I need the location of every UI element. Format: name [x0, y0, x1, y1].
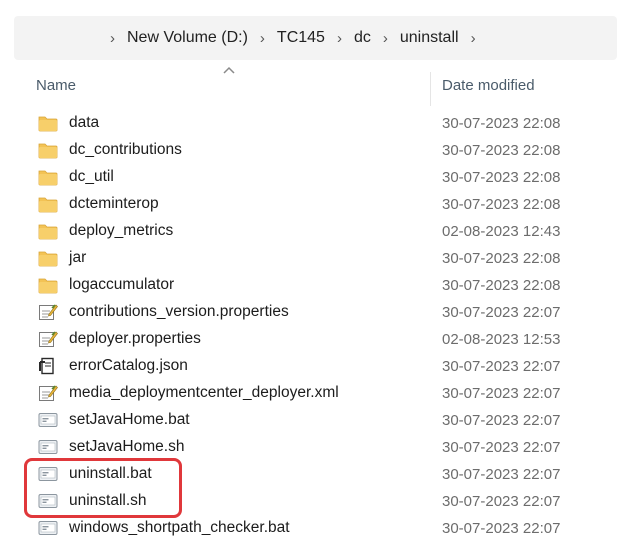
date-modified: 30-07-2023 22:07 [442, 412, 561, 429]
date-modified: 30-07-2023 22:08 [442, 277, 561, 294]
file-row[interactable]: windows_shortpath_checker.bat 30-07-2023 … [0, 515, 631, 542]
date-modified: 02-08-2023 12:53 [442, 331, 561, 348]
date-modified: 30-07-2023 22:08 [442, 196, 561, 213]
folder-icon [38, 276, 58, 294]
file-row[interactable]: setJavaHome.bat 30-07-2023 22:07 [0, 407, 631, 434]
file-name[interactable]: dcteminterop [69, 195, 159, 213]
date-modified: 02-08-2023 12:43 [442, 223, 561, 240]
column-header-name[interactable]: Name [36, 77, 76, 94]
date-modified: 30-07-2023 22:08 [442, 142, 561, 159]
file-row[interactable]: contributions_version.properties 30-07-20… [0, 299, 631, 326]
xml-file-icon [38, 384, 58, 402]
folder-icon [38, 195, 58, 213]
file-name[interactable]: data [69, 114, 99, 132]
file-row[interactable]: deployer.properties 02-08-2023 12:53 [0, 326, 631, 353]
folder-row[interactable]: data 30-07-2023 22:08 [0, 110, 631, 137]
script-file-icon [38, 411, 58, 429]
date-modified: 30-07-2023 22:07 [442, 466, 561, 483]
chevron-right-icon[interactable]: › [471, 30, 476, 47]
chevron-right-icon[interactable]: › [110, 30, 115, 47]
json-file-icon [38, 357, 58, 375]
breadcrumb-item-uninstall[interactable]: uninstall [400, 29, 459, 47]
folder-row[interactable]: dc_contributions 30-07-2023 22:08 [0, 137, 631, 164]
file-name[interactable]: deployer.properties [69, 330, 201, 348]
breadcrumb-item-dc[interactable]: dc [354, 29, 371, 47]
folder-icon [38, 141, 58, 159]
folder-icon [38, 168, 58, 186]
file-name[interactable]: errorCatalog.json [69, 357, 188, 375]
chevron-right-icon[interactable]: › [260, 30, 265, 47]
column-header-date-modified[interactable]: Date modified [442, 77, 535, 94]
breadcrumb: › New Volume (D:) › TC145 › dc › uninsta… [110, 16, 488, 60]
chevron-right-icon[interactable]: › [337, 30, 342, 47]
folder-icon [38, 249, 58, 267]
date-modified: 30-07-2023 22:07 [442, 304, 561, 321]
date-modified: 30-07-2023 22:07 [442, 493, 561, 510]
script-file-icon [38, 519, 58, 537]
file-name[interactable]: logaccumulator [69, 276, 174, 294]
date-modified: 30-07-2023 22:07 [442, 520, 561, 537]
file-row[interactable]: errorCatalog.json 30-07-2023 22:07 [0, 353, 631, 380]
folder-row[interactable]: deploy_metrics 02-08-2023 12:43 [0, 218, 631, 245]
file-row[interactable]: media_deploymentcenter_deployer.xml 30-07… [0, 380, 631, 407]
folder-row[interactable]: dcteminterop 30-07-2023 22:08 [0, 191, 631, 218]
file-row[interactable]: setJavaHome.sh 30-07-2023 22:07 [0, 434, 631, 461]
file-name[interactable]: deploy_metrics [69, 222, 173, 240]
properties-file-icon [38, 303, 58, 321]
column-divider[interactable] [430, 72, 431, 106]
script-file-icon [38, 438, 58, 456]
file-name[interactable]: dc_util [69, 168, 114, 186]
file-name[interactable]: setJavaHome.bat [69, 411, 190, 429]
file-name[interactable]: dc_contributions [69, 141, 182, 159]
properties-file-icon [38, 330, 58, 348]
date-modified: 30-07-2023 22:07 [442, 385, 561, 402]
folder-row[interactable]: dc_util 30-07-2023 22:08 [0, 164, 631, 191]
folder-row[interactable]: logaccumulator 30-07-2023 22:08 [0, 272, 631, 299]
breadcrumb-item-drive[interactable]: New Volume (D:) [127, 29, 248, 47]
date-modified: 30-07-2023 22:07 [442, 439, 561, 456]
folder-row[interactable]: jar 30-07-2023 22:08 [0, 245, 631, 272]
date-modified: 30-07-2023 22:07 [442, 358, 561, 375]
file-name[interactable]: contributions_version.properties [69, 303, 289, 321]
date-modified: 30-07-2023 22:08 [442, 115, 561, 132]
file-name[interactable]: media_deploymentcenter_deployer.xml [69, 384, 339, 402]
file-name[interactable]: jar [69, 249, 86, 267]
column-header: Name Date modified [0, 66, 631, 106]
folder-icon [38, 222, 58, 240]
file-name[interactable]: setJavaHome.sh [69, 438, 184, 456]
breadcrumb-item-tc145[interactable]: TC145 [277, 29, 325, 47]
address-bar[interactable]: › New Volume (D:) › TC145 › dc › uninsta… [14, 16, 617, 60]
highlight-annotation [24, 458, 182, 518]
file-name[interactable]: windows_shortpath_checker.bat [69, 519, 290, 537]
folder-icon [38, 114, 58, 132]
date-modified: 30-07-2023 22:08 [442, 169, 561, 186]
date-modified: 30-07-2023 22:08 [442, 250, 561, 267]
chevron-right-icon[interactable]: › [383, 30, 388, 47]
